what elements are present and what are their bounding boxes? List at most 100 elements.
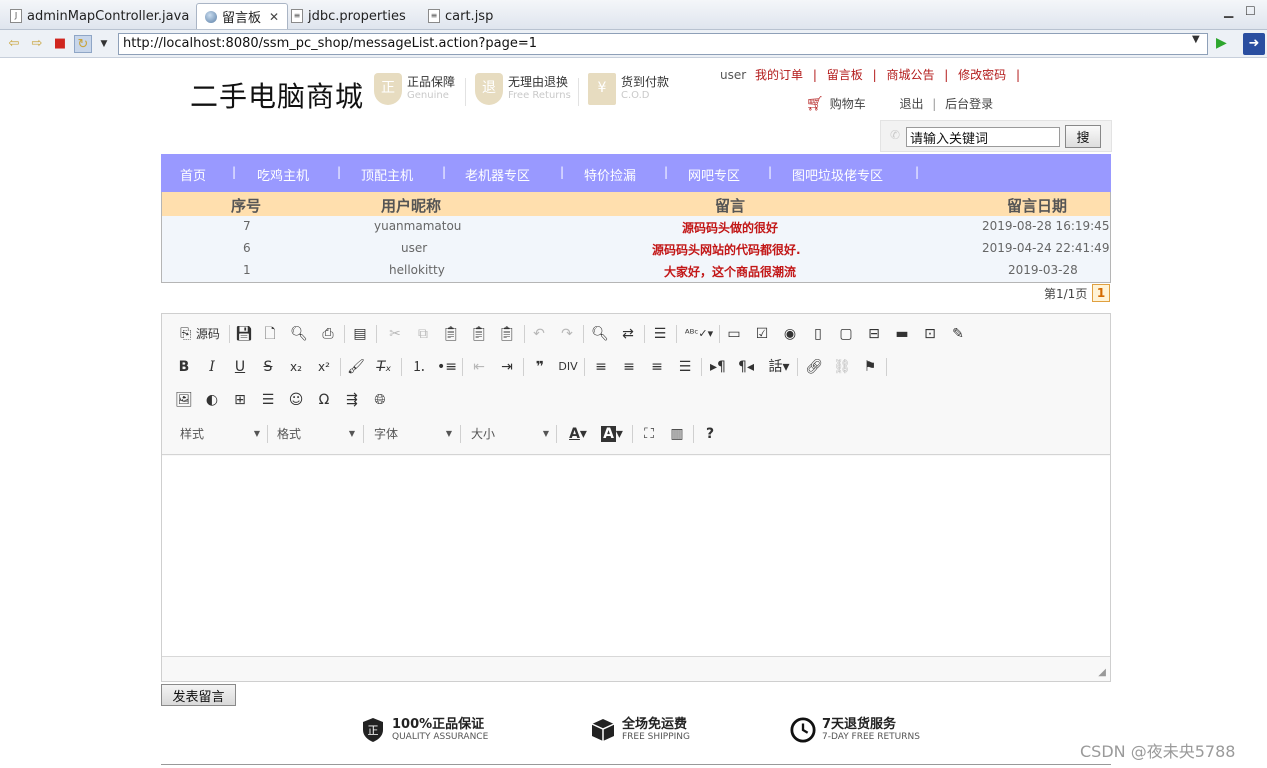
show-blocks-icon[interactable]: ▥ (666, 423, 688, 445)
new-page-icon[interactable]: 🗋︎ (259, 323, 281, 345)
textarea-icon[interactable]: ▢ (835, 323, 857, 345)
subscript-icon[interactable]: x₂ (285, 356, 307, 378)
site-logo[interactable]: 二手电脑商城 (190, 75, 364, 115)
nav-item-old-machines[interactable]: 老机器专区 (465, 165, 530, 184)
tab-cart-jsp[interactable]: ≡ cart.jsp (420, 3, 501, 29)
indent-icon[interactable]: ⇥ (496, 356, 518, 378)
remove-format-icon[interactable]: T̶ₓ (373, 356, 395, 378)
submit-message-button[interactable]: 发表留言 (161, 684, 236, 706)
tab-admin-map-controller[interactable]: J adminMapController.java (2, 3, 197, 29)
link-change-password[interactable]: 修改密码 (958, 68, 1006, 82)
textfield-icon[interactable]: ▯ (807, 323, 829, 345)
smiley-icon[interactable]: ☺ (285, 389, 307, 411)
resize-handle-icon[interactable]: ◢ (1098, 667, 1106, 678)
help-icon[interactable]: ? (699, 423, 721, 445)
nav-item-budget[interactable]: 图吧垃圾佬专区 (792, 165, 883, 184)
nav-item-home[interactable]: 首页 (180, 165, 206, 184)
select-field-icon[interactable]: ⊟ (863, 323, 885, 345)
image-icon[interactable]: 🖼︎ (173, 389, 195, 411)
div-container-icon[interactable]: DIV (557, 356, 579, 378)
tab-jdbc-properties[interactable]: ≡ jdbc.properties (283, 3, 414, 29)
button-field-icon[interactable]: ▬ (891, 323, 913, 345)
size-select[interactable]: 大小 ▼ (471, 423, 549, 445)
italic-icon[interactable]: I (201, 356, 223, 378)
spellcheck-icon[interactable]: ᴬᴮᶜ✓▾ (684, 323, 714, 345)
ltr-icon[interactable]: ▸¶ (707, 356, 729, 378)
undo-icon[interactable]: ↶ (528, 323, 550, 345)
style-select[interactable]: 样式 ▼ (180, 423, 260, 445)
link-my-orders[interactable]: 我的订单 (755, 68, 803, 82)
chevron-down-icon[interactable]: ▼ (1192, 34, 1200, 45)
maximize-editor-icon[interactable]: ⛶ (638, 423, 660, 445)
numbered-list-icon[interactable]: ⒈ (408, 356, 430, 378)
stop-icon[interactable]: ■ (51, 35, 69, 53)
refresh-icon[interactable]: ↻ (74, 35, 92, 53)
text-color-icon[interactable]: A▾ (564, 423, 592, 445)
maximize-icon[interactable]: ☐ (1245, 4, 1256, 18)
copy-icon[interactable]: ⧉ (412, 323, 434, 345)
minimize-icon[interactable]: ▁ (1224, 4, 1233, 18)
paste-word-icon[interactable]: 📋︎ (496, 323, 518, 345)
align-center-icon[interactable]: ≡ (618, 356, 640, 378)
copy-format-icon[interactable]: 🖌︎ (345, 356, 367, 378)
search-button[interactable]: 搜 (1065, 125, 1101, 148)
special-char-icon[interactable]: Ω (313, 389, 335, 411)
select-all-icon[interactable]: ☰ (649, 323, 671, 345)
find-icon[interactable]: 🔍︎ (589, 323, 611, 345)
bold-icon[interactable]: B (173, 356, 195, 378)
align-right-icon[interactable]: ≡ (646, 356, 668, 378)
page-break-icon[interactable]: ⇶ (341, 389, 363, 411)
rtl-icon[interactable]: ¶◂ (735, 356, 757, 378)
source-button[interactable]: ⎘ 源码 (176, 323, 224, 345)
templates-icon[interactable]: ▤ (349, 323, 371, 345)
format-select[interactable]: 格式 ▼ (277, 423, 355, 445)
page-1-button[interactable]: 1 (1092, 284, 1110, 302)
chevron-down-icon[interactable]: ▼ (95, 35, 113, 53)
strikethrough-icon[interactable]: S (257, 356, 279, 378)
nav-item-deals[interactable]: 特价捡漏 (584, 165, 636, 184)
radio-icon[interactable]: ◉ (779, 323, 801, 345)
font-select[interactable]: 字体 ▼ (374, 423, 452, 445)
replace-icon[interactable]: ⇄ (617, 323, 639, 345)
language-icon[interactable]: 話▾ (765, 356, 793, 378)
superscript-icon[interactable]: x² (313, 356, 335, 378)
search-input[interactable] (906, 127, 1060, 147)
nav-item-gaming[interactable]: 吃鸡主机 (257, 165, 309, 184)
align-left-icon[interactable]: ≡ (590, 356, 612, 378)
preview-icon[interactable]: 🔍︎ (288, 323, 310, 345)
paste-text-icon[interactable]: 📋︎ (468, 323, 490, 345)
checkbox-icon[interactable]: ☑ (751, 323, 773, 345)
align-justify-icon[interactable]: ☰ (674, 356, 696, 378)
underline-icon[interactable]: U (229, 356, 251, 378)
external-browser-icon[interactable]: ➜ (1243, 33, 1265, 55)
forward-arrow-icon[interactable]: ⇨ (28, 35, 46, 53)
go-icon[interactable]: ▶ (1216, 35, 1227, 51)
image-button-icon[interactable]: ⊡ (919, 323, 941, 345)
anchor-flag-icon[interactable]: ⚑ (859, 356, 881, 378)
bulleted-list-icon[interactable]: •≡ (436, 356, 458, 378)
link-announcements[interactable]: 商城公告 (886, 68, 934, 82)
bg-color-icon[interactable]: A ▾ (598, 423, 626, 445)
print-icon[interactable]: ⎙ (317, 323, 339, 345)
form-icon[interactable]: ▭ (723, 323, 745, 345)
save-icon[interactable]: 💾︎ (233, 323, 255, 345)
url-input[interactable]: http://localhost:8080/ssm_pc_shop/messag… (118, 33, 1208, 55)
horizontal-line-icon[interactable]: ☰ (257, 389, 279, 411)
blockquote-icon[interactable]: ❞ (529, 356, 551, 378)
flash-icon[interactable]: ◐ (201, 389, 223, 411)
link-icon[interactable]: 🔗︎ (803, 356, 825, 378)
cart-icon[interactable]: 🛒︎ (806, 96, 824, 112)
cut-icon[interactable]: ✂ (384, 323, 406, 345)
redo-icon[interactable]: ↷ (556, 323, 578, 345)
hidden-field-icon[interactable]: ✎ (947, 323, 969, 345)
link-logout[interactable]: 退出 (899, 97, 923, 111)
link-cart[interactable]: 购物车 (830, 97, 866, 111)
unlink-icon[interactable]: ⛓ (831, 356, 853, 378)
link-message-board[interactable]: 留言板 (827, 68, 863, 82)
link-admin-login[interactable]: 后台登录 (945, 97, 993, 111)
editor-content-area[interactable] (162, 456, 1110, 656)
table-icon[interactable]: ⊞ (229, 389, 251, 411)
iframe-globe-icon[interactable]: 🌐︎ (369, 389, 391, 411)
tab-message-board[interactable]: 留言板 ✕ (196, 3, 289, 29)
back-arrow-icon[interactable]: ⇦ (5, 35, 23, 53)
